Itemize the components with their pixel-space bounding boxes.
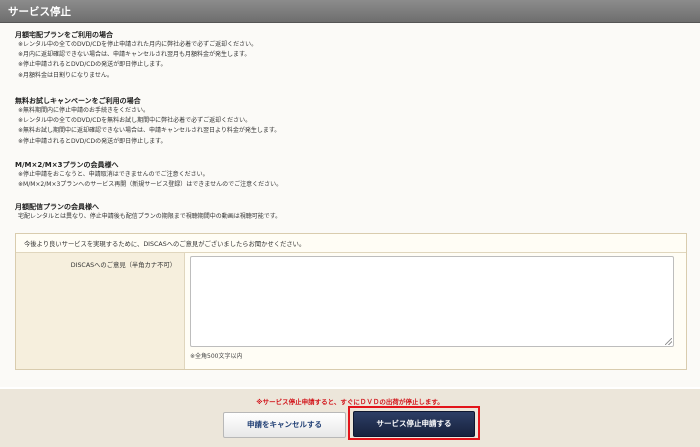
resize-handle-icon[interactable] — [665, 338, 672, 345]
notice-line: ※停止申請されるとDVD/CDの発送が即日停止します。 — [18, 137, 167, 145]
notice-line: ※停止申請されるとDVD/CDの発送が即日停止します。 — [18, 61, 167, 69]
notice-line: ※停止申請をおこなうと、申請取消はできませんのでご注意ください。 — [18, 171, 209, 178]
page-header: サービス停止 — [0, 0, 700, 23]
feedback-label: DISCASへのご意見（半角カナ不可） — [70, 262, 176, 269]
feedback-label-cell: DISCASへのご意見（半角カナ不可） — [16, 253, 185, 369]
notice-line: ※月内に返却確認できない場合は、申請キャンセルされ翌月も月額料金が発生します。 — [18, 51, 251, 59]
stop-warning: ※サービス停止申請すると、すぐにＤＶＤの出荷が停止します。 — [256, 398, 444, 406]
notice-line: ※無料期間内に停止申請のお手続きをください。 — [18, 107, 150, 114]
section-title: 月額宅配プランをご利用の場合 — [15, 31, 113, 39]
cancel-request-button[interactable]: 申請をキャンセルする — [223, 412, 346, 438]
notice-line: ※月額料金は日割りになりません。 — [18, 71, 113, 79]
feedback-intro-row: 今後より良いサービスを実現するために、DISCASへのご意見がございましたらお聞… — [16, 234, 686, 253]
section-streaming-plan: 月額配信プランの会員様へ 宅配レンタルとは異なり、停止申請後も配信プランの期限ま… — [15, 202, 685, 222]
section-monthly-delivery: 月額宅配プランをご利用の場合 ※レンタル中の全てのDVD/CDを停止申請された月… — [15, 30, 685, 81]
feedback-intro: 今後より良いサービスを実現するために、DISCASへのご意見がございましたらお聞… — [24, 241, 306, 248]
section-m-plan: M/M×2/M×3プランの会員様へ ※停止申請をおこなうと、申請取消はできません… — [15, 160, 685, 190]
notice-line: ※無料お試し期間中に返却確認できない場合は、申請キャンセルされ翌日より料金が発生… — [18, 127, 281, 135]
section-title: M/M×2/M×3プランの会員様へ — [15, 161, 119, 169]
character-limit-note: ※全角500文字以内 — [190, 353, 243, 360]
section-title: 無料お試しキャンペーンをご利用の場合 — [15, 97, 141, 105]
notice-line: ※レンタル中の全てのDVD/CDを無料お試し期間中に弊社必着で必ずご返却ください… — [18, 117, 252, 125]
submit-stop-button[interactable]: サービス停止申請する — [353, 411, 475, 437]
notice-line: ※レンタル中の全てのDVD/CDを停止申請された月内に弊社必着で必ずご返却くださ… — [18, 41, 258, 48]
notice-line: 宅配レンタルとは異なり、停止申請後も配信プランの期限まで視聴期間中の動画は視聴可… — [18, 213, 282, 220]
notice-line: ※M/M×2/M×3プランへのサービス再開（新規サービス登録）はできませんのでご… — [18, 181, 283, 189]
section-free-trial: 無料お試しキャンペーンをご利用の場合 ※無料期間内に停止申請のお手続きをください… — [15, 96, 685, 147]
section-title: 月額配信プランの会員様へ — [15, 203, 99, 211]
page-title: サービス停止 — [8, 6, 71, 18]
feedback-textarea[interactable] — [190, 256, 674, 347]
